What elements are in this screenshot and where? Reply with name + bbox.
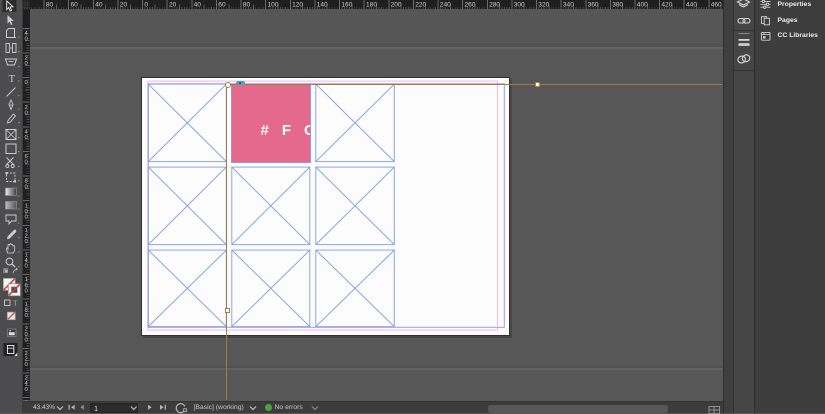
svg-text:320: 320 (538, 2, 549, 9)
svg-text:T: T (13, 299, 18, 308)
svg-text:0: 0 (144, 2, 148, 9)
svg-text:80: 80 (243, 2, 251, 9)
svg-text:440: 440 (686, 2, 697, 9)
svg-text:20: 20 (120, 2, 128, 9)
svg-text:300: 300 (514, 2, 525, 9)
svg-text:140: 140 (317, 2, 328, 9)
svg-text:60: 60 (71, 2, 79, 9)
svg-text:20: 20 (169, 2, 177, 9)
svg-text:420: 420 (661, 2, 672, 9)
svg-text:80: 80 (46, 2, 54, 9)
svg-text:120: 120 (292, 2, 303, 9)
svg-text:T: T (9, 73, 16, 85)
svg-text:200: 200 (391, 2, 402, 9)
svg-text:160: 160 (341, 2, 352, 9)
svg-text:60: 60 (218, 2, 226, 9)
svg-text:280: 280 (489, 2, 500, 9)
svg-text:240: 240 (440, 2, 451, 9)
svg-text:260: 260 (465, 2, 476, 9)
svg-text:400: 400 (637, 2, 648, 9)
svg-text:40: 40 (95, 2, 103, 9)
svg-text:340: 340 (563, 2, 574, 9)
svg-text:100: 100 (268, 2, 279, 9)
svg-text:220: 220 (415, 2, 426, 9)
svg-text:380: 380 (612, 2, 623, 9)
svg-text:460: 460 (711, 2, 722, 9)
svg-text:360: 360 (588, 2, 599, 9)
svg-text:180: 180 (366, 2, 377, 9)
svg-text:40: 40 (194, 2, 202, 9)
